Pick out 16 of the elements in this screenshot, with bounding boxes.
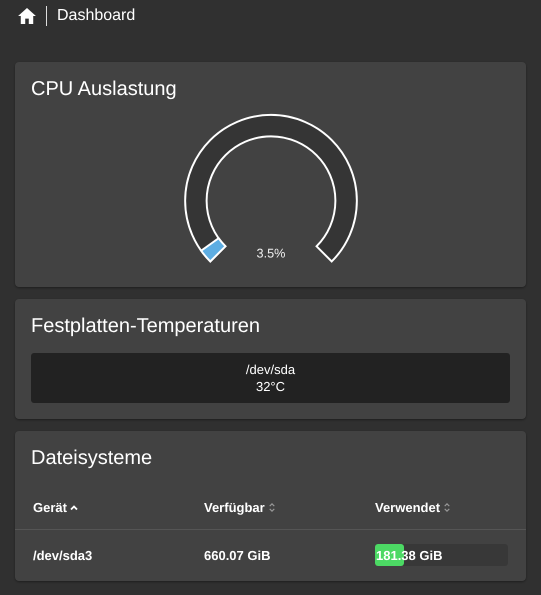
gauge-reading: 3.5% — [256, 246, 285, 260]
table-cell-text: /dev/sda3 — [33, 548, 94, 562]
column-header[interactable]: Gerät — [33, 500, 67, 515]
card-title: Festplatten-Temperaturen — [31, 315, 262, 338]
column-header[interactable]: Verwendet — [375, 500, 440, 515]
column-header[interactable]: Verfügbar — [204, 500, 265, 515]
home-icon[interactable] — [18, 8, 36, 24]
page-title: Dashboard — [57, 7, 136, 25]
sort-icon[interactable] — [268, 502, 276, 513]
table-cell-text: 660.07 GiB — [204, 548, 272, 562]
disk-temperature: 32°C — [256, 378, 286, 395]
card-title: Dateisysteme — [31, 447, 154, 470]
card-title: CPU Auslastung — [31, 78, 178, 101]
gauge-fill — [200, 237, 226, 262]
sort-icon[interactable] — [443, 502, 452, 513]
disk-device: /dev/sda — [246, 361, 296, 378]
